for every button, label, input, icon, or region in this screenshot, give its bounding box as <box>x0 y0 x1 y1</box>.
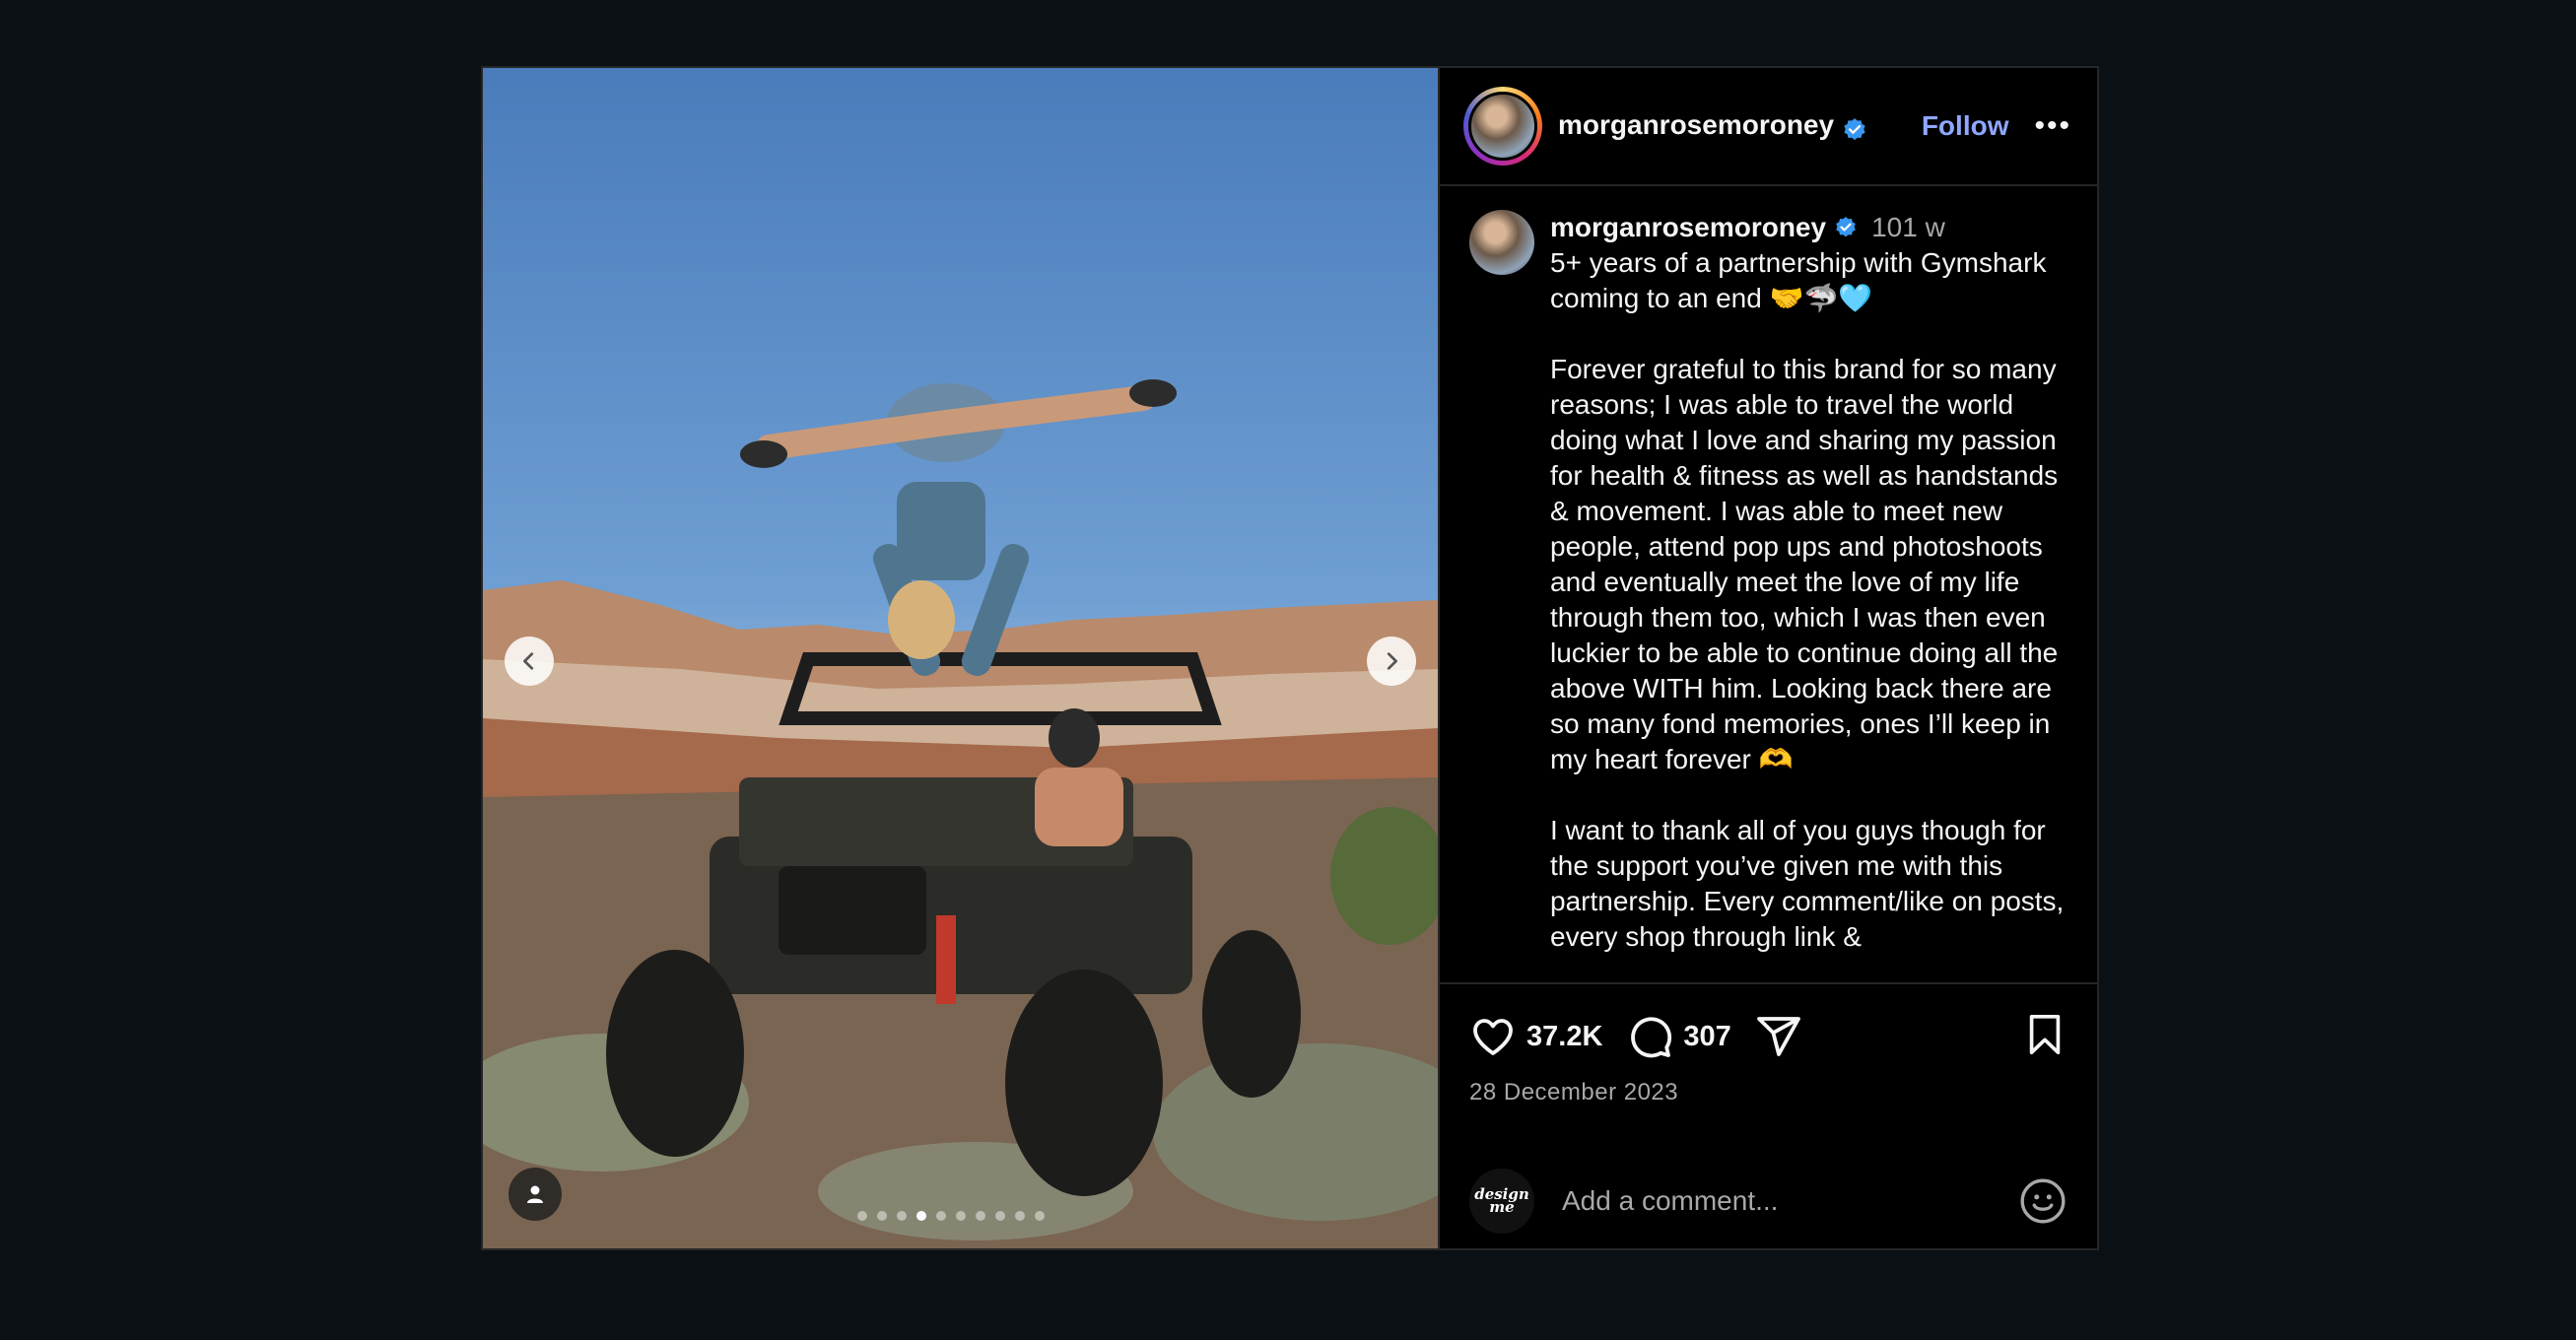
next-photo-button[interactable] <box>1367 636 1416 686</box>
comment-count[interactable]: 307 <box>1683 1021 1730 1053</box>
comment-icon <box>1631 1017 1672 1058</box>
share-button[interactable] <box>1755 1013 1802 1060</box>
carousel-indicator <box>483 1211 1428 1221</box>
action-bar: 37.2K 307 28 December 2023 <box>1440 982 2097 1154</box>
carousel-dot <box>975 1211 985 1221</box>
emoji-icon[interactable] <box>2018 1176 2068 1226</box>
comment-bar: design me <box>1440 1154 2097 1248</box>
carousel-dot <box>955 1211 966 1221</box>
header-username-wrap: morganrosemoroney <box>1558 109 1867 143</box>
caption-body: morganrosemoroney 101 w 5+ years of a pa… <box>1550 210 2068 982</box>
verified-icon <box>1844 117 1865 141</box>
user-tag-icon <box>527 1185 543 1203</box>
carousel-dot <box>1014 1211 1025 1221</box>
post-photo <box>483 379 1438 1248</box>
follow-button[interactable]: Follow <box>1922 110 2009 142</box>
post-date[interactable]: 28 December 2023 <box>1469 1079 2068 1106</box>
caption-section: morganrosemoroney 101 w 5+ years of a pa… <box>1440 186 2097 982</box>
chevron-right-icon <box>1387 652 1397 670</box>
caption-text: 5+ years of a partnership with Gymshark … <box>1550 247 2065 952</box>
carousel-dot <box>876 1211 887 1221</box>
post-media[interactable] <box>483 68 1438 1248</box>
comment-button[interactable]: 307 <box>1626 1013 1754 1060</box>
avatar <box>1468 92 1537 161</box>
bookmark-icon <box>2029 1014 2061 1054</box>
current-user-avatar[interactable]: design me <box>1469 1169 1534 1234</box>
share-icon <box>1756 1017 1800 1056</box>
carousel-dot <box>935 1211 946 1221</box>
carousel-dot <box>1034 1211 1045 1221</box>
carousel-dot <box>915 1211 926 1221</box>
caption-avatar[interactable] <box>1469 210 1534 275</box>
heart-icon <box>1473 1019 1513 1055</box>
carousel-dot <box>994 1211 1005 1221</box>
header-username[interactable]: morganrosemoroney <box>1558 109 1834 140</box>
post-dialog: morganrosemoroney Follow ••• morganrosem… <box>481 66 2099 1250</box>
post-sidebar: morganrosemoroney Follow ••• morganrosem… <box>1438 68 2097 1248</box>
carousel-dot <box>896 1211 907 1221</box>
action-row: 37.2K 307 <box>1469 1010 2068 1063</box>
chevron-left-icon <box>523 652 534 670</box>
comment-input[interactable] <box>1560 1184 2018 1218</box>
post-time[interactable]: 101 w <box>1871 210 1945 245</box>
save-button[interactable] <box>2022 1012 2068 1062</box>
like-count[interactable]: 37.2K <box>1526 1021 1602 1053</box>
verified-icon <box>1836 217 1856 237</box>
post-header: morganrosemoroney Follow ••• <box>1440 68 2097 186</box>
more-options-button[interactable]: ••• <box>2034 111 2071 141</box>
like-button[interactable]: 37.2K <box>1469 1013 1626 1060</box>
caption-meta: morganrosemoroney 101 w <box>1550 210 2068 245</box>
caption-username[interactable]: morganrosemoroney <box>1550 210 1826 245</box>
previous-photo-button[interactable] <box>505 636 554 686</box>
story-avatar[interactable] <box>1463 87 1542 166</box>
carousel-dot <box>856 1211 867 1221</box>
